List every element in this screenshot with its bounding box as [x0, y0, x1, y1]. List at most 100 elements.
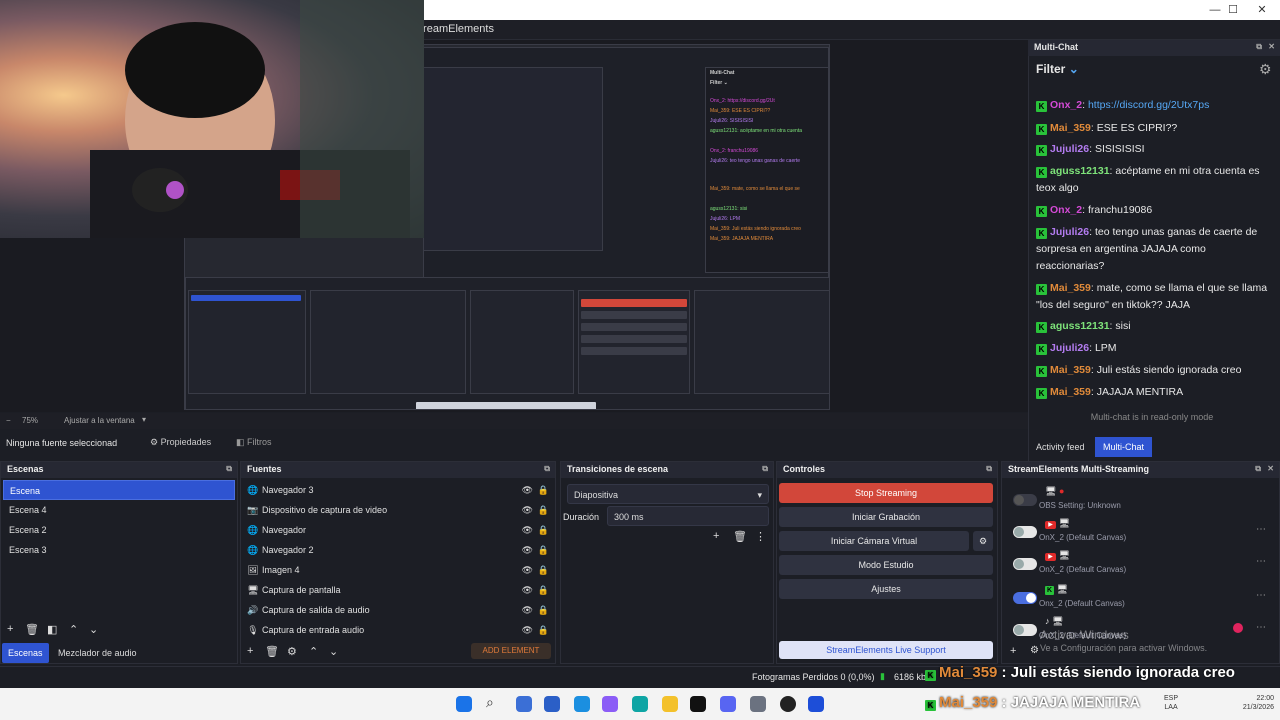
source-item[interactable]: 🖼 Imagen 4 👁 🔒 [241, 560, 555, 580]
trash-icon[interactable]: 🗑 [25, 623, 39, 636]
source-item[interactable]: 🖥 Captura de pantalla 👁 🔒 [241, 580, 555, 600]
chat-filter-button[interactable]: Filter ⌄ [1036, 62, 1079, 76]
chat-username[interactable]: Jujuli26 [1050, 226, 1089, 238]
chat-username[interactable]: Mai_359 [1050, 364, 1091, 376]
popout-icon[interactable]: ⧉ [986, 464, 992, 474]
fit-window-option[interactable]: Ajustar a la ventana [64, 416, 135, 425]
obs-icon[interactable] [780, 696, 796, 712]
folder-icon[interactable] [662, 696, 678, 712]
more-icon[interactable]: ⋯ [1256, 556, 1266, 567]
eye-icon[interactable]: 👁 [522, 520, 533, 540]
more-icon[interactable]: ⋯ [1256, 590, 1266, 601]
popout-icon[interactable]: ⧉ [1256, 42, 1262, 52]
chevron-down-icon[interactable]: ▾ [142, 415, 146, 424]
chat-username[interactable]: Onx_2 [1050, 99, 1082, 111]
trash-icon[interactable]: 🗑 [733, 530, 747, 543]
add-icon[interactable]: + [1010, 645, 1016, 657]
lock-icon[interactable]: 🔒 [538, 520, 549, 540]
chat-username[interactable]: Mai_359 [1050, 282, 1091, 294]
lock-icon[interactable]: 🔒 [538, 480, 549, 500]
eye-icon[interactable]: 👁 [522, 480, 533, 500]
popout-icon[interactable]: ⧉ [544, 464, 550, 474]
gear-icon[interactable] [750, 696, 766, 712]
transition-type-select[interactable]: Diapositiva ▾ [567, 484, 769, 504]
more-icon[interactable]: ⋯ [1256, 622, 1266, 633]
lock-icon[interactable]: 🔒 [538, 500, 549, 520]
gear-icon[interactable]: ⚙ [287, 645, 297, 658]
close-button[interactable]: ✕ [1250, 2, 1274, 18]
eye-icon[interactable]: 👁 [522, 540, 533, 560]
source-item[interactable]: 🔊 Captura de salida de audio 👁 🔒 [241, 600, 555, 620]
eye-icon[interactable]: 👁 [522, 560, 533, 580]
chevron-up-icon[interactable]: ⌃ [69, 623, 78, 636]
settings-button[interactable]: Ajustes [779, 579, 993, 599]
chat-username[interactable]: Mai_359 [1050, 122, 1091, 134]
eye-icon[interactable]: 👁 [522, 620, 533, 640]
tab-multichat[interactable]: Multi-Chat [1095, 437, 1153, 457]
live-support-button[interactable]: StreamElements Live Support [779, 641, 993, 659]
chat-link[interactable]: https://discord.gg/2Utx7ps [1088, 99, 1209, 111]
lock-icon[interactable]: 🔒 [538, 600, 549, 620]
tab-activity-feed[interactable]: Activity feed [1030, 437, 1091, 457]
windows-start-icon[interactable] [456, 696, 472, 712]
gear-icon[interactable]: ⚙ [1259, 61, 1272, 78]
edge-icon[interactable] [632, 696, 648, 712]
chat-username[interactable]: Mai_359 [1050, 386, 1091, 398]
eye-icon[interactable]: 👁 [522, 580, 533, 600]
popout-icon[interactable]: ⧉ [1255, 464, 1261, 474]
more-vertical-icon[interactable]: ⋮ [755, 530, 766, 543]
output-toggle[interactable] [1013, 592, 1037, 604]
menu-streamelements[interactable]: treamElements [420, 23, 494, 35]
add-element-button[interactable]: ADD ELEMENT [471, 643, 551, 659]
popout-icon[interactable]: ⧉ [762, 464, 768, 474]
chevron-up-icon[interactable]: ⌃ [309, 645, 318, 658]
app-icon[interactable] [544, 696, 560, 712]
eye-icon[interactable]: 👁 [522, 600, 533, 620]
output-toggle[interactable] [1013, 526, 1037, 538]
output-toggle[interactable] [1013, 494, 1037, 506]
lock-icon[interactable]: 🔒 [538, 540, 549, 560]
source-item[interactable]: 🌐 Navegador 3 👁 🔒 [241, 480, 555, 500]
chat-username[interactable]: Jujuli26 [1050, 342, 1089, 354]
language-indicator[interactable]: ESP LAA [1164, 694, 1178, 712]
output-toggle[interactable] [1013, 624, 1037, 636]
chat-username[interactable]: aguss12131 [1050, 320, 1110, 332]
app-icon[interactable] [808, 696, 824, 712]
add-icon[interactable]: + [247, 645, 253, 657]
filters-button[interactable]: ◧ Filtros [236, 437, 272, 448]
chat-username[interactable]: aguss12131 [1050, 165, 1110, 177]
lock-icon[interactable]: 🔒 [538, 580, 549, 600]
popout-icon[interactable]: ⧉ [226, 464, 232, 474]
close-icon[interactable]: ✕ [1268, 42, 1275, 51]
app-icon[interactable] [690, 696, 706, 712]
scene-item[interactable]: Escena 2 [3, 520, 235, 540]
start-recording-button[interactable]: Iniciar Grabación [779, 507, 993, 527]
chevron-down-icon[interactable]: ⌄ [89, 623, 98, 636]
properties-button[interactable]: ⚙ Propiedades [150, 437, 211, 448]
chevron-down-icon[interactable]: ⌄ [329, 645, 338, 658]
source-item[interactable]: 🌐 Navegador 2 👁 🔒 [241, 540, 555, 560]
zoom-out-button[interactable]: − [6, 416, 11, 425]
add-icon[interactable]: + [713, 530, 719, 542]
trash-icon[interactable]: 🗑 [265, 645, 279, 658]
app-icon[interactable] [574, 696, 590, 712]
lock-icon[interactable]: 🔒 [538, 620, 549, 640]
lock-icon[interactable]: 🔒 [538, 560, 549, 580]
output-toggle[interactable] [1013, 558, 1037, 570]
stop-streaming-button[interactable]: Stop Streaming [779, 483, 993, 503]
eye-icon[interactable]: 👁 [522, 500, 533, 520]
maximize-button[interactable]: ☐ [1221, 2, 1245, 18]
discord-icon[interactable] [720, 696, 736, 712]
scene-item[interactable]: Escena 4 [3, 500, 235, 520]
tab-scenes[interactable]: Escenas [2, 643, 49, 663]
app-icon[interactable] [516, 696, 532, 712]
add-icon[interactable]: + [7, 623, 13, 635]
close-icon[interactable]: ✕ [1267, 464, 1274, 473]
more-icon[interactable]: ⋯ [1256, 524, 1266, 535]
filter-icon[interactable]: ◧ [47, 623, 57, 636]
source-item[interactable]: 📷 Dispositivo de captura de video 👁 🔒 [241, 500, 555, 520]
gear-icon[interactable]: ⚙ [973, 531, 993, 551]
source-item[interactable]: 🎙 Captura de entrada audio 👁 🔒 [241, 620, 555, 640]
chat-username[interactable]: Onx_2 [1050, 204, 1082, 216]
virtual-camera-button[interactable]: Iniciar Cámara Virtual [779, 531, 969, 551]
